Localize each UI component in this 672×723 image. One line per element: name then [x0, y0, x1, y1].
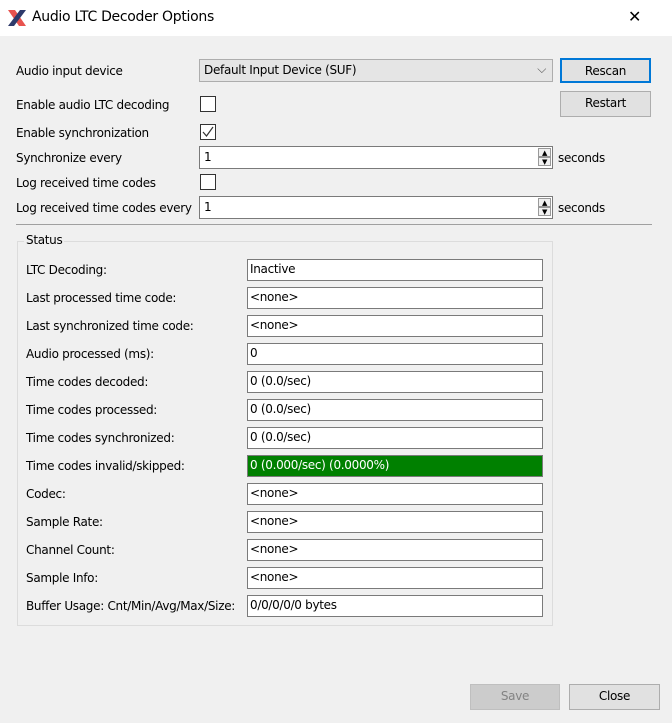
sync-unit-label: seconds — [558, 151, 605, 165]
status-value: 0/0/0/0/0 bytes — [247, 595, 543, 617]
app-logo-icon — [8, 10, 26, 26]
status-value: 0 (0.000/sec) (0.0000%) — [247, 455, 543, 477]
save-button[interactable]: Save — [470, 684, 560, 710]
chevron-down-icon: ⌵ — [537, 62, 546, 76]
status-label: Audio processed (ms): — [26, 347, 154, 361]
status-label: Time codes decoded: — [26, 375, 149, 389]
status-value: <none> — [247, 315, 543, 337]
audio-input-value: Default Input Device (SUF) — [204, 63, 357, 77]
status-label: LTC Decoding: — [26, 263, 107, 277]
status-value: <none> — [247, 511, 543, 533]
status-label: Codec: — [26, 487, 66, 501]
status-label: Sample Info: — [26, 571, 98, 585]
spin-down-icon[interactable]: ▼ — [538, 157, 551, 166]
close-button[interactable]: Close — [569, 684, 660, 710]
status-value: <none> — [247, 483, 543, 505]
sync-every-label: Synchronize every — [16, 151, 122, 165]
spin-down-icon[interactable]: ▼ — [538, 207, 551, 216]
enable-sync-checkbox[interactable] — [200, 124, 216, 140]
log-every-spinbox[interactable]: 1 ▲ ▼ — [199, 196, 553, 219]
status-label: Last synchronized time code: — [26, 319, 194, 333]
log-unit-label: seconds — [558, 201, 605, 215]
status-label: Channel Count: — [26, 543, 115, 557]
audio-input-select[interactable]: Default Input Device (SUF) ⌵ — [199, 59, 553, 82]
status-title: Status — [24, 233, 65, 247]
separator — [16, 224, 652, 225]
status-value: 0 — [247, 343, 543, 365]
enable-sync-label: Enable synchronization — [16, 126, 149, 140]
status-value: 0 (0.0/sec) — [247, 427, 543, 449]
enable-ltc-label: Enable audio LTC decoding — [16, 98, 170, 112]
rescan-button[interactable]: Rescan — [560, 58, 651, 83]
log-every-label: Log received time codes every — [16, 201, 192, 215]
checkmark-icon — [202, 126, 214, 137]
log-every-value: 1 — [204, 200, 212, 214]
enable-ltc-checkbox[interactable] — [200, 96, 216, 112]
status-value: 0 (0.0/sec) — [247, 371, 543, 393]
spin-up-icon[interactable]: ▲ — [538, 148, 551, 157]
sync-every-spinbox[interactable]: 1 ▲ ▼ — [199, 146, 553, 169]
status-label: Sample Rate: — [26, 515, 103, 529]
status-value: <none> — [247, 567, 543, 589]
status-value: Inactive — [247, 259, 543, 281]
audio-input-label: Audio input device — [16, 64, 123, 78]
restart-button[interactable]: Restart — [560, 91, 651, 117]
log-checkbox[interactable] — [200, 174, 216, 190]
status-label: Time codes synchronized: — [26, 431, 175, 445]
title-bar: Audio LTC Decoder Options ✕ — [0, 0, 672, 36]
status-label: Time codes invalid/skipped: — [26, 459, 185, 473]
spin-up-icon[interactable]: ▲ — [538, 198, 551, 207]
window-title: Audio LTC Decoder Options — [32, 9, 214, 25]
sync-every-value: 1 — [204, 150, 212, 164]
close-window-icon[interactable]: ✕ — [628, 7, 641, 26]
log-label: Log received time codes — [16, 176, 156, 190]
status-label: Time codes processed: — [26, 403, 158, 417]
status-value: 0 (0.0/sec) — [247, 399, 543, 421]
status-value: <none> — [247, 287, 543, 309]
status-label: Last processed time code: — [26, 291, 177, 305]
status-label: Buffer Usage: Cnt/Min/Avg/Max/Size: — [26, 599, 236, 613]
status-value: <none> — [247, 539, 543, 561]
